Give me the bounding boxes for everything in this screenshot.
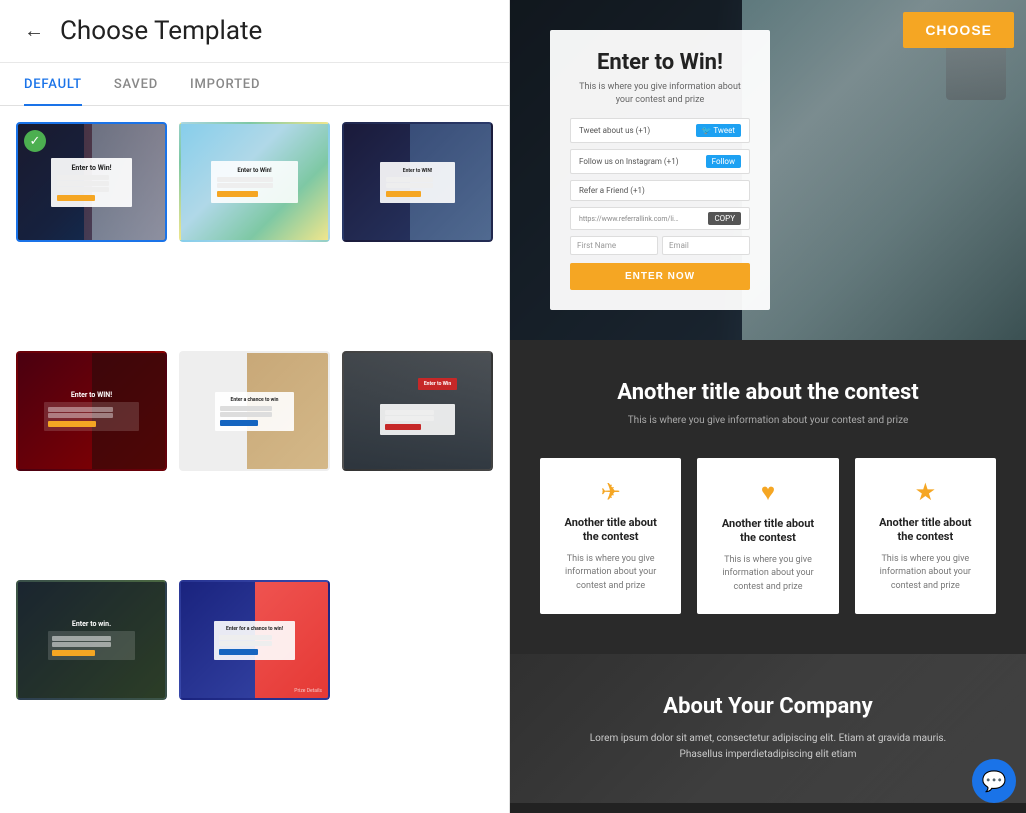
preview-hero-section: Enter to Win! This is where you give inf…	[510, 0, 1026, 340]
tab-imported[interactable]: IMPORTED	[190, 63, 260, 106]
hero-form-subtitle: This is where you give information about…	[570, 81, 750, 106]
name-email-row: First Name Email	[570, 236, 750, 255]
about-text: Lorem ipsum dolor sit amet, consectetur …	[568, 731, 968, 763]
template-preview-5: Enter a chance to win	[181, 353, 328, 469]
feature-icon-1: ✈	[560, 478, 661, 506]
tab-default[interactable]: DEFAULT	[24, 63, 82, 106]
template-card-7[interactable]: Enter to win.	[16, 580, 167, 700]
template-card-2[interactable]: Enter to Win!	[179, 122, 330, 242]
choose-button[interactable]: CHOOSE	[903, 12, 1014, 48]
template-preview-8: Enter for a chance to win! Prize Details	[181, 582, 328, 698]
template-preview-2: Enter to Win!	[181, 124, 328, 240]
left-panel: ← Choose Template DEFAULT SAVED IMPORTED…	[0, 0, 510, 813]
follow-button[interactable]: Follow	[706, 155, 741, 168]
referral-link-text: https://www.referrallink.com/link	[579, 215, 679, 223]
template-card-5[interactable]: Enter a chance to win	[179, 351, 330, 471]
feature-card-title-2: Another title about the contest	[717, 517, 818, 546]
feature-card-1: ✈ Another title about the contest This i…	[540, 458, 681, 614]
template-card-3[interactable]: Enter to WIN!	[342, 122, 493, 242]
features-cards-container: ✈ Another title about the contest This i…	[540, 458, 996, 614]
chat-widget[interactable]: 💬	[972, 759, 1016, 803]
features-subtitle: This is where you give information about…	[540, 413, 996, 428]
right-panel: CHOOSE Enter to Win! This is where you g…	[510, 0, 1026, 813]
copy-button[interactable]: COPY	[708, 212, 741, 225]
preview-about-section: About Your Company Lorem ipsum dolor sit…	[510, 654, 1026, 803]
hero-form-title: Enter to Win!	[570, 50, 750, 75]
template-preview-3: Enter to WIN!	[344, 124, 491, 240]
feature-card-text-1: This is where you give information about…	[560, 553, 661, 594]
tab-saved[interactable]: SAVED	[114, 63, 158, 106]
tabs-bar: DEFAULT SAVED IMPORTED	[0, 63, 509, 106]
referral-row: Refer a Friend (+1)	[570, 180, 750, 201]
features-title: Another title about the contest	[540, 380, 996, 405]
email-field[interactable]: Email	[662, 236, 750, 255]
follow-row: Follow us on Instagram (+1) Follow	[570, 149, 750, 174]
page-header: ← Choose Template	[0, 0, 509, 63]
preview-features-section: Another title about the contest This is …	[510, 340, 1026, 654]
tweet-label: Tweet about us (+1)	[579, 126, 650, 135]
follow-label: Follow us on Instagram (+1)	[579, 157, 679, 166]
hero-form-panel: Enter to Win! This is where you give inf…	[550, 30, 770, 310]
template-card-8[interactable]: Enter for a chance to win! Prize Details	[179, 580, 330, 700]
feature-card-title-1: Another title about the contest	[560, 516, 661, 545]
tweet-row: Tweet about us (+1) 🐦 Tweet	[570, 118, 750, 143]
template-card-4[interactable]: Enter to WIN!	[16, 351, 167, 471]
tweet-button[interactable]: 🐦 Tweet	[696, 124, 741, 137]
back-button[interactable]: ←	[24, 20, 44, 43]
feature-card-2: ♥ Another title about the contest This i…	[697, 458, 838, 614]
feature-card-title-3: Another title about the contest	[875, 516, 976, 545]
selected-check-icon: ✓	[24, 130, 46, 152]
feature-icon-2: ♥	[717, 478, 818, 507]
feature-icon-3: ★	[875, 478, 976, 506]
template-preview-4: Enter to WIN!	[18, 353, 165, 469]
first-name-field[interactable]: First Name	[570, 236, 658, 255]
template-card-1[interactable]: ✓ Enter to Win!	[16, 122, 167, 242]
about-title: About Your Company	[540, 694, 996, 719]
template-preview-6: Enter to Win	[344, 353, 491, 469]
feature-card-text-3: This is where you give information about…	[875, 553, 976, 594]
template-preview-7: Enter to win.	[18, 582, 165, 698]
feature-card-text-2: This is where you give information about…	[717, 554, 818, 595]
referral-label: Refer a Friend (+1)	[579, 186, 645, 195]
preview-container[interactable]: Enter to Win! This is where you give inf…	[510, 0, 1026, 813]
templates-grid: ✓ Enter to Win! Enter to Win!	[0, 106, 509, 813]
submit-button[interactable]: ENTER NOW	[570, 263, 750, 290]
hero-background-image	[742, 0, 1026, 340]
page-title: Choose Template	[60, 16, 262, 46]
feature-card-3: ★ Another title about the contest This i…	[855, 458, 996, 614]
template-card-6[interactable]: Enter to Win	[342, 351, 493, 471]
referral-link-row: https://www.referrallink.com/link COPY	[570, 207, 750, 230]
